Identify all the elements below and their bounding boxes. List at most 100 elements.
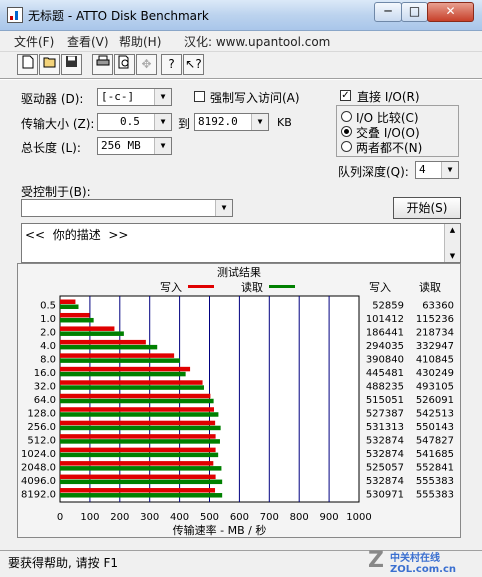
read-value-label: 493105 xyxy=(416,382,454,393)
read-value-label: 555383 xyxy=(416,489,454,500)
read-bar xyxy=(60,493,223,498)
write-bar xyxy=(60,353,175,358)
help-icon[interactable]: ? xyxy=(161,54,182,75)
read-value-label: 115236 xyxy=(416,314,454,325)
transfer-to-select[interactable]: 8192.0 ▼ xyxy=(194,113,269,131)
print-icon[interactable] xyxy=(92,54,113,75)
write-bar xyxy=(60,299,76,304)
read-value-label: 550143 xyxy=(416,422,454,433)
x-tick-label: 400 xyxy=(170,512,189,523)
write-value-label: 488235 xyxy=(366,382,404,393)
menu-view[interactable]: 查看(V) xyxy=(67,33,109,50)
new-document-icon[interactable] xyxy=(17,54,38,75)
write-value-label: 532874 xyxy=(366,449,404,460)
write-bar xyxy=(60,339,146,345)
watermark-text: 中关村在线 ZOL.com.cn xyxy=(390,553,456,575)
write-value-label: 532874 xyxy=(366,476,404,487)
y-tick-label: 512.0 xyxy=(27,435,56,446)
menu-localized[interactable]: 汉化: www.upantool.com xyxy=(184,33,330,50)
read-value-label: 332947 xyxy=(416,341,454,352)
move-icon[interactable]: ✥ xyxy=(136,54,157,75)
neither-radio[interactable] xyxy=(341,141,352,152)
x-tick-label: 900 xyxy=(320,512,339,523)
transfer-to-value: 8192.0 xyxy=(198,115,238,128)
write-value-label: 294035 xyxy=(366,341,404,352)
read-bar xyxy=(60,331,124,336)
write-bar xyxy=(60,312,90,318)
x-tick-label: 200 xyxy=(110,512,129,523)
total-length-label: 总长度 (L): xyxy=(21,141,81,155)
description-textarea[interactable]: << 你的描述 >> ▲ ▼ xyxy=(21,223,461,263)
description-scrollbar[interactable]: ▲ ▼ xyxy=(444,224,460,262)
queue-depth-select[interactable]: 4 ▼ xyxy=(415,161,459,179)
read-value-label: 541685 xyxy=(416,449,454,460)
drive-value: [-c-] xyxy=(101,90,135,103)
write-bar xyxy=(60,488,216,493)
read-bar xyxy=(60,466,222,471)
legend-write-label: 写入 xyxy=(160,281,182,294)
transfer-from-select[interactable]: 0.5 ▼ xyxy=(97,113,172,131)
read-value-label: 555383 xyxy=(416,476,454,487)
watermark-logo: Z 中关村在线 ZOL.com.cn xyxy=(368,548,478,575)
y-tick-label: 128.0 xyxy=(27,408,56,419)
total-length-select[interactable]: 256 MB ▼ xyxy=(97,137,172,155)
controlled-by-select[interactable]: ▼ xyxy=(21,199,233,217)
menu-help[interactable]: 帮助(H) xyxy=(119,33,161,50)
start-button[interactable]: 开始(S) xyxy=(393,197,461,219)
scroll-up-icon[interactable]: ▲ xyxy=(445,224,460,236)
results-chart: 测试结果 写入 读取 写入 读取 0 100 200 300 400 500 600 700 800 900… xyxy=(17,263,461,538)
x-tick-label: 0 xyxy=(57,512,63,523)
menu-file[interactable]: 文件(F) xyxy=(14,33,54,50)
direct-io-checkbox[interactable]: ✓ xyxy=(340,90,351,101)
chevron-down-icon: ▼ xyxy=(154,89,171,105)
scroll-down-icon[interactable]: ▼ xyxy=(445,250,460,262)
context-help-icon[interactable]: ↖? xyxy=(183,54,204,75)
print-preview-icon[interactable] xyxy=(114,54,135,75)
x-tick-label: 100 xyxy=(80,512,99,523)
neither-label: 两者都不(N) xyxy=(356,141,423,155)
minimize-button[interactable]: ─ xyxy=(374,2,402,22)
read-bar xyxy=(60,358,180,363)
read-bar xyxy=(60,385,204,390)
drive-select[interactable]: [-c-] ▼ xyxy=(97,88,172,106)
legend-read-swatch xyxy=(269,285,295,288)
overlapped-io-radio[interactable] xyxy=(341,126,352,137)
read-bar xyxy=(60,439,220,444)
x-tick-label: 300 xyxy=(140,512,159,523)
write-value-label: 532874 xyxy=(366,435,404,446)
transfer-unit: KB xyxy=(277,116,292,129)
open-folder-icon[interactable] xyxy=(39,54,60,75)
chevron-down-icon: ▼ xyxy=(441,162,458,178)
read-value-label: 552841 xyxy=(416,462,454,473)
read-value-label: 542513 xyxy=(416,408,454,419)
y-tick-label: 1024.0 xyxy=(21,449,56,460)
column-header-read: 读取 xyxy=(419,280,441,294)
maximize-button[interactable]: □ xyxy=(401,2,428,22)
write-bar xyxy=(60,326,115,331)
read-bar xyxy=(60,412,219,417)
write-value-label: 525057 xyxy=(366,462,404,473)
legend-write-swatch xyxy=(188,285,214,288)
write-value-label: 515051 xyxy=(366,395,404,406)
y-tick-label: 64.0 xyxy=(34,395,56,406)
watermark-z: Z xyxy=(368,548,384,573)
chevron-down-icon: ▼ xyxy=(215,200,232,216)
io-compare-radio[interactable] xyxy=(341,111,352,122)
read-bar xyxy=(60,425,221,431)
column-header-write: 写入 xyxy=(369,281,391,294)
write-bar xyxy=(60,380,203,385)
legend-read-label: 读取 xyxy=(241,280,263,294)
y-tick-label: 1.0 xyxy=(40,314,56,325)
close-button[interactable]: ✕ xyxy=(427,2,474,22)
save-icon[interactable] xyxy=(61,54,82,75)
direct-io-label: 直接 I/O(R) xyxy=(357,90,420,104)
chevron-down-icon: ▼ xyxy=(154,114,171,130)
read-bar xyxy=(60,452,219,458)
force-write-checkbox[interactable] xyxy=(194,91,205,102)
write-bar xyxy=(60,447,216,453)
y-tick-label: 4.0 xyxy=(40,341,56,352)
chevron-down-icon: ▼ xyxy=(251,114,268,130)
read-bar xyxy=(60,344,158,350)
write-value-label: 52859 xyxy=(372,301,404,312)
y-tick-label: 256.0 xyxy=(27,422,56,433)
